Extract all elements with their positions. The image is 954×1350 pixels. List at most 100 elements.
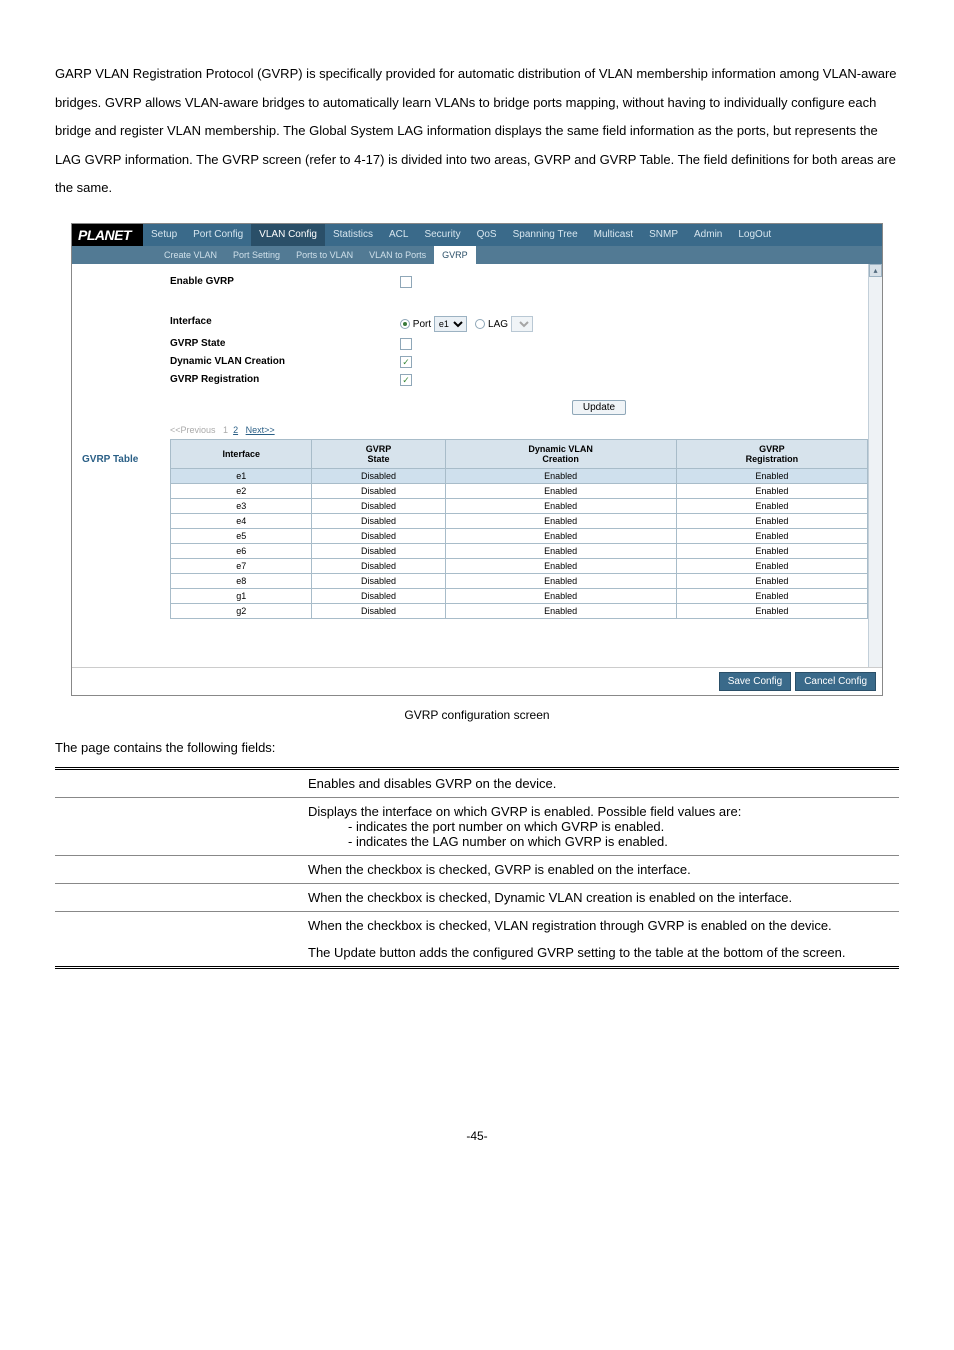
- fields-table: Enables and disables GVRP on the device.…: [55, 767, 899, 969]
- table-row[interactable]: e1DisabledEnabledEnabled: [171, 468, 868, 483]
- top-tab-port-config[interactable]: Port Config: [185, 224, 251, 246]
- table-cell: e5: [171, 528, 312, 543]
- top-tab-security[interactable]: Security: [416, 224, 468, 246]
- top-tabs: SetupPort ConfigVLAN ConfigStatisticsACL…: [143, 224, 882, 246]
- table-cell: Disabled: [312, 543, 445, 558]
- top-tab-admin[interactable]: Admin: [686, 224, 730, 246]
- table-cell: Enabled: [676, 543, 867, 558]
- column-header: GVRPState: [312, 439, 445, 468]
- checkbox-dynamic-vlan[interactable]: [400, 356, 412, 368]
- table-row[interactable]: e2DisabledEnabledEnabled: [171, 483, 868, 498]
- intro-paragraph: GARP VLAN Registration Protocol (GVRP) i…: [55, 60, 899, 203]
- top-tab-spanning-tree[interactable]: Spanning Tree: [505, 224, 586, 246]
- top-tab-multicast[interactable]: Multicast: [586, 224, 641, 246]
- update-button[interactable]: Update: [572, 400, 626, 415]
- label-interface: Interface: [170, 316, 400, 332]
- label-dynamic-vlan: Dynamic VLAN Creation: [170, 356, 400, 368]
- sub-tab-gvrp[interactable]: GVRP: [434, 246, 476, 264]
- checkbox-enable-gvrp[interactable]: [400, 276, 412, 288]
- top-tab-setup[interactable]: Setup: [143, 224, 185, 246]
- column-header: GVRPRegistration: [676, 439, 867, 468]
- table-cell: e8: [171, 573, 312, 588]
- table-cell: Enabled: [445, 528, 676, 543]
- field-desc: Enables and disables GVRP on the device.: [300, 768, 899, 797]
- table-cell: Enabled: [676, 498, 867, 513]
- top-tab-qos[interactable]: QoS: [469, 224, 505, 246]
- checkbox-gvrp-state[interactable]: [400, 338, 412, 350]
- table-cell: Enabled: [445, 498, 676, 513]
- table-cell: Enabled: [445, 468, 676, 483]
- sub-tab-vlan-to-ports[interactable]: VLAN to Ports: [361, 246, 434, 264]
- radio-port[interactable]: [400, 319, 410, 329]
- table-row[interactable]: g2DisabledEnabledEnabled: [171, 603, 868, 618]
- table-cell: Enabled: [676, 588, 867, 603]
- scroll-up-icon[interactable]: ▴: [869, 264, 882, 277]
- table-cell: e4: [171, 513, 312, 528]
- table-cell: Disabled: [312, 603, 445, 618]
- field-desc: Displays the interface on which GVRP is …: [300, 797, 899, 855]
- field-desc: The Update button adds the configured GV…: [300, 939, 899, 968]
- page-number: -45-: [55, 1129, 899, 1143]
- sub-tab-ports-to-vlan[interactable]: Ports to VLAN: [288, 246, 361, 264]
- table-cell: Disabled: [312, 498, 445, 513]
- vertical-scrollbar[interactable]: ▴: [868, 264, 882, 667]
- table-cell: g1: [171, 588, 312, 603]
- top-tab-acl[interactable]: ACL: [381, 224, 416, 246]
- pager-page-1: 1: [223, 425, 228, 435]
- select-lag[interactable]: [511, 316, 533, 332]
- cancel-config-button[interactable]: Cancel Config: [795, 672, 876, 691]
- topbar: PLANET SetupPort ConfigVLAN ConfigStatis…: [72, 224, 882, 246]
- table-row[interactable]: e7DisabledEnabledEnabled: [171, 558, 868, 573]
- top-tab-snmp[interactable]: SNMP: [641, 224, 686, 246]
- table-cell: Disabled: [312, 513, 445, 528]
- sub-tab-create-vlan[interactable]: Create VLAN: [156, 246, 225, 264]
- table-cell: Disabled: [312, 468, 445, 483]
- save-config-button[interactable]: Save Config: [719, 672, 791, 691]
- table-cell: e2: [171, 483, 312, 498]
- table-row[interactable]: e6DisabledEnabledEnabled: [171, 543, 868, 558]
- gvrp-table-title: GVRP Table: [72, 454, 156, 465]
- table-cell: Disabled: [312, 528, 445, 543]
- label-enable-gvrp: Enable GVRP: [170, 276, 400, 288]
- table-cell: Disabled: [312, 588, 445, 603]
- field-desc: When the checkbox is checked, GVRP is en…: [300, 855, 899, 883]
- label-lag: LAG: [488, 319, 508, 330]
- table-cell: Enabled: [445, 543, 676, 558]
- table-cell: Enabled: [445, 558, 676, 573]
- table-cell: Disabled: [312, 558, 445, 573]
- table-cell: Enabled: [445, 573, 676, 588]
- table-row[interactable]: e4DisabledEnabledEnabled: [171, 513, 868, 528]
- table-row[interactable]: g1DisabledEnabledEnabled: [171, 588, 868, 603]
- sub-tab-port-setting[interactable]: Port Setting: [225, 246, 288, 264]
- label-gvrp-registration: GVRP Registration: [170, 374, 400, 386]
- pager-prev: <<Previous: [170, 425, 216, 435]
- sub-tabs: Create VLANPort SettingPorts to VLANVLAN…: [72, 246, 882, 264]
- table-cell: Enabled: [676, 528, 867, 543]
- top-tab-vlan-config[interactable]: VLAN Config: [251, 224, 325, 246]
- table-cell: Disabled: [312, 483, 445, 498]
- table-row[interactable]: e3DisabledEnabledEnabled: [171, 498, 868, 513]
- select-port[interactable]: e1: [434, 316, 467, 332]
- main-panel: ▴ Enable GVRP Interface Port e1 LAG GVRP…: [156, 264, 882, 667]
- table-cell: Enabled: [676, 483, 867, 498]
- gvrp-table: InterfaceGVRPStateDynamic VLANCreationGV…: [170, 439, 868, 619]
- table-cell: e6: [171, 543, 312, 558]
- pager: <<Previous 1 2 Next>>: [170, 425, 868, 435]
- table-cell: Enabled: [676, 558, 867, 573]
- table-cell: Enabled: [445, 603, 676, 618]
- pager-page-2[interactable]: 2: [233, 425, 238, 435]
- table-cell: g2: [171, 603, 312, 618]
- figure-caption: GVRP configuration screen: [55, 708, 899, 722]
- table-row[interactable]: e8DisabledEnabledEnabled: [171, 573, 868, 588]
- radio-lag[interactable]: [475, 319, 485, 329]
- table-cell: Enabled: [445, 513, 676, 528]
- top-tab-statistics[interactable]: Statistics: [325, 224, 381, 246]
- checkbox-gvrp-registration[interactable]: [400, 374, 412, 386]
- table-cell: e7: [171, 558, 312, 573]
- table-row[interactable]: e5DisabledEnabledEnabled: [171, 528, 868, 543]
- field-desc: When the checkbox is checked, Dynamic VL…: [300, 883, 899, 911]
- table-cell: Enabled: [676, 513, 867, 528]
- table-cell: e3: [171, 498, 312, 513]
- top-tab-logout[interactable]: LogOut: [730, 224, 779, 246]
- pager-next[interactable]: Next>>: [246, 425, 275, 435]
